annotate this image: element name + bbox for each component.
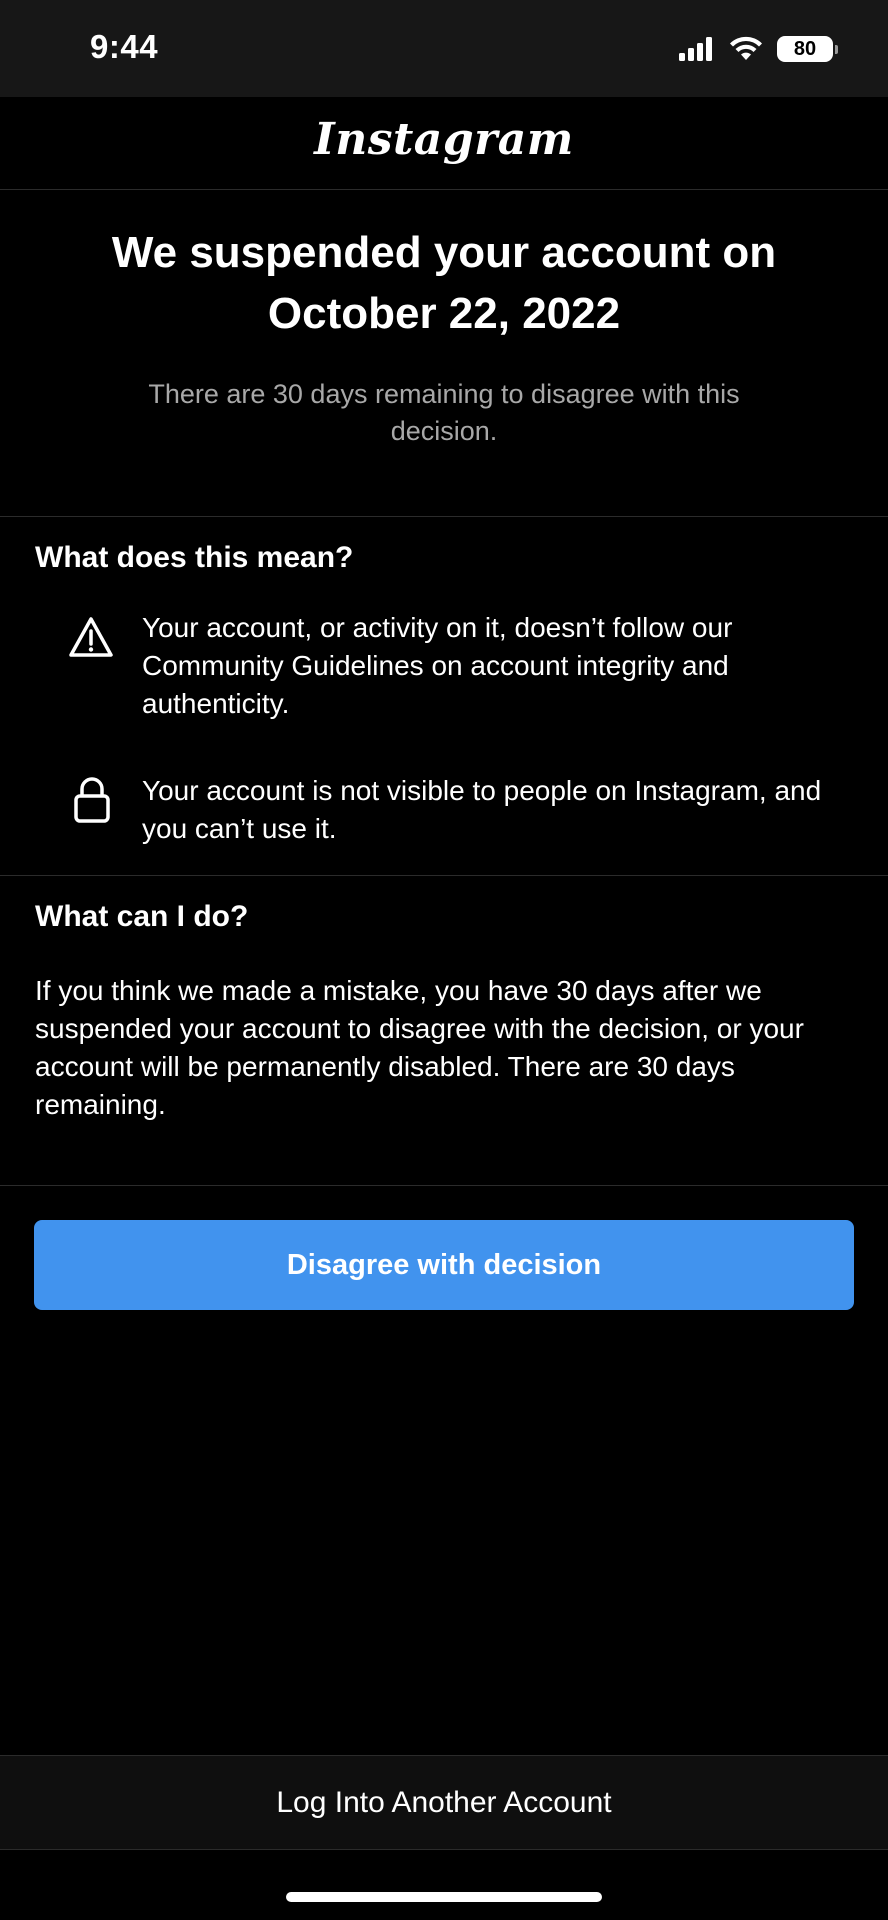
action-section: What can I do? If you think we made a mi…	[0, 876, 888, 1186]
action-description: If you think we made a mistake, you have…	[35, 975, 804, 1120]
info-text: Your account, or activity on it, doesn’t…	[142, 612, 733, 719]
battery-icon: 80	[777, 36, 838, 62]
home-indicator	[286, 1892, 602, 1902]
meaning-section: What does this mean? Your account, or ac…	[0, 517, 888, 876]
battery-level: 80	[793, 37, 817, 60]
disagree-with-decision-button[interactable]: Disagree with decision	[34, 1220, 854, 1310]
log-into-another-account-link[interactable]: Log Into Another Account	[276, 1786, 611, 1820]
section-heading: What can I do?	[35, 900, 249, 933]
lock-icon	[74, 777, 110, 823]
section-heading: What does this mean?	[35, 541, 354, 574]
info-text: Your account is not visible to people on…	[142, 775, 822, 844]
instagram-logo: Instagram	[314, 113, 574, 165]
wifi-icon	[730, 36, 762, 60]
suspension-notice: We suspended your account on October 22,…	[0, 190, 888, 517]
app-header: Instagram	[0, 97, 888, 190]
warning-icon	[69, 617, 113, 657]
page-title: We suspended your account on October 22,…	[111, 228, 777, 338]
cellular-signal-icon	[679, 37, 712, 61]
status-bar: 9:44 80	[0, 0, 888, 97]
footer-bar: Log Into Another Account	[0, 1755, 888, 1850]
status-icons: 80	[679, 34, 838, 64]
status-time: 9:44	[90, 28, 159, 65]
page-subtitle: There are 30 days remaining to disagree …	[148, 379, 740, 446]
